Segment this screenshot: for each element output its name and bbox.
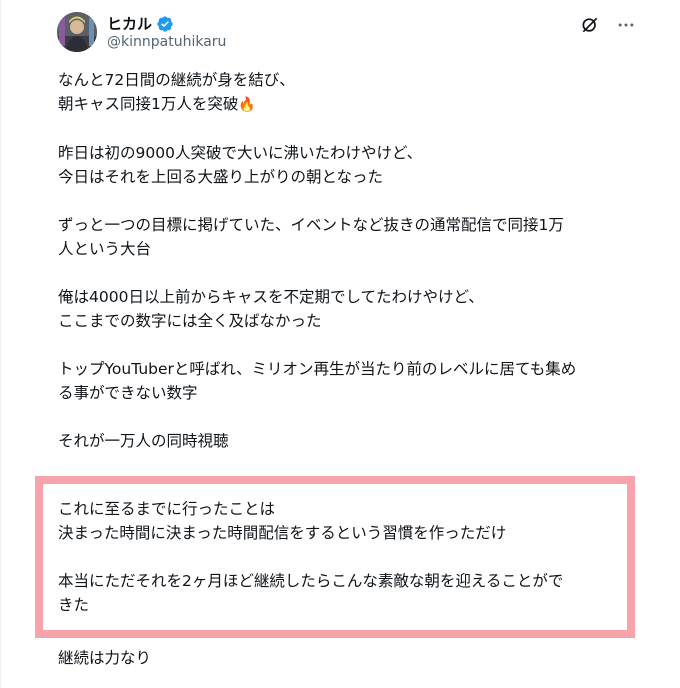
paragraph: 本当にただそれを2ヶ月ほど継続したらこんな素敵な朝を迎えることがで きた bbox=[58, 569, 623, 617]
paragraph: それが一万人の同時視聴 bbox=[58, 429, 628, 453]
tweet-header: ヒカル @kinnpatuhikaru bbox=[57, 12, 637, 56]
avatar[interactable] bbox=[57, 12, 97, 52]
paragraph: なんと72日間の継続が身を結び、 朝キャス同接1万人を突破🔥 bbox=[58, 68, 628, 117]
text-line: ずっと一つの目標に掲げていた、イベントなど抜きの通常配信で同接1万 bbox=[58, 216, 564, 234]
text-line: 今日はそれを上回る大盛り上がりの朝となった bbox=[58, 168, 384, 186]
text-line: なんと72日間の継続が身を結び、 bbox=[58, 71, 295, 89]
text-line: 俺は4000日以上前からキャスを不定期でしてたわけやけど、 bbox=[58, 288, 484, 306]
fire-emoji: 🔥 bbox=[238, 97, 256, 113]
highlighted-text: これに至るまでに行ったことは 決まった時間に決まった時間配信をするという習慣を作… bbox=[58, 497, 623, 641]
more-icon[interactable] bbox=[615, 14, 637, 36]
text-line: これに至るまでに行ったことは bbox=[58, 500, 276, 518]
grok-icon[interactable] bbox=[579, 14, 601, 36]
text-line: 朝キャス同接1万人を突破 bbox=[58, 95, 239, 113]
paragraph: 俺は4000日以上前からキャスを不定期でしてたわけやけど、 ここまでの数字には全… bbox=[58, 285, 628, 333]
paragraph: ずっと一つの目標に掲げていた、イベントなど抜きの通常配信で同接1万 人という大台 bbox=[58, 213, 628, 261]
verified-badge-icon bbox=[157, 15, 173, 32]
text-line: ここまでの数字には全く及ばなかった bbox=[58, 312, 322, 330]
tweet-text: なんと72日間の継続が身を結び、 朝キャス同接1万人を突破🔥 昨日は初の9000… bbox=[58, 68, 628, 477]
text-line: る事ができない数字 bbox=[58, 384, 198, 402]
paragraph: 昨日は初の9000人突破で大いに沸いたわけやけど、 今日はそれを上回る大盛り上が… bbox=[58, 141, 628, 189]
author-handle[interactable]: @kinnpatuhikaru bbox=[107, 34, 226, 50]
text-line: きた bbox=[58, 596, 90, 614]
text-line: それが一万人の同時視聴 bbox=[58, 432, 229, 450]
paragraph: トップYouTuberと呼ばれ、ミリオン再生が当たり前のレベルに居ても集め る事… bbox=[58, 357, 628, 405]
paragraph: これに至るまでに行ったことは 決まった時間に決まった時間配信をするという習慣を作… bbox=[58, 497, 623, 545]
header-actions bbox=[579, 14, 637, 36]
text-line: トップYouTuberと呼ばれ、ミリオン再生が当たり前のレベルに居ても集め bbox=[58, 360, 577, 378]
author-name-row[interactable]: ヒカル bbox=[107, 13, 174, 34]
tweet-card: ヒカル @kinnpatuhikaru なんと72日間の継続が身を結び、 朝キャ… bbox=[0, 0, 680, 688]
text-line: 昨日は初の9000人突破で大いに沸いたわけやけど、 bbox=[58, 144, 423, 162]
closing-line: 継続は力なり bbox=[58, 649, 152, 667]
text-line: 人という大台 bbox=[58, 240, 152, 258]
author-name[interactable]: ヒカル bbox=[107, 13, 152, 34]
text-line: 決まった時間に決まった時間配信をするという習慣を作っただけ bbox=[58, 524, 507, 542]
text-line: 本当にただそれを2ヶ月ほど継続したらこんな素敵な朝を迎えることがで bbox=[58, 572, 564, 590]
